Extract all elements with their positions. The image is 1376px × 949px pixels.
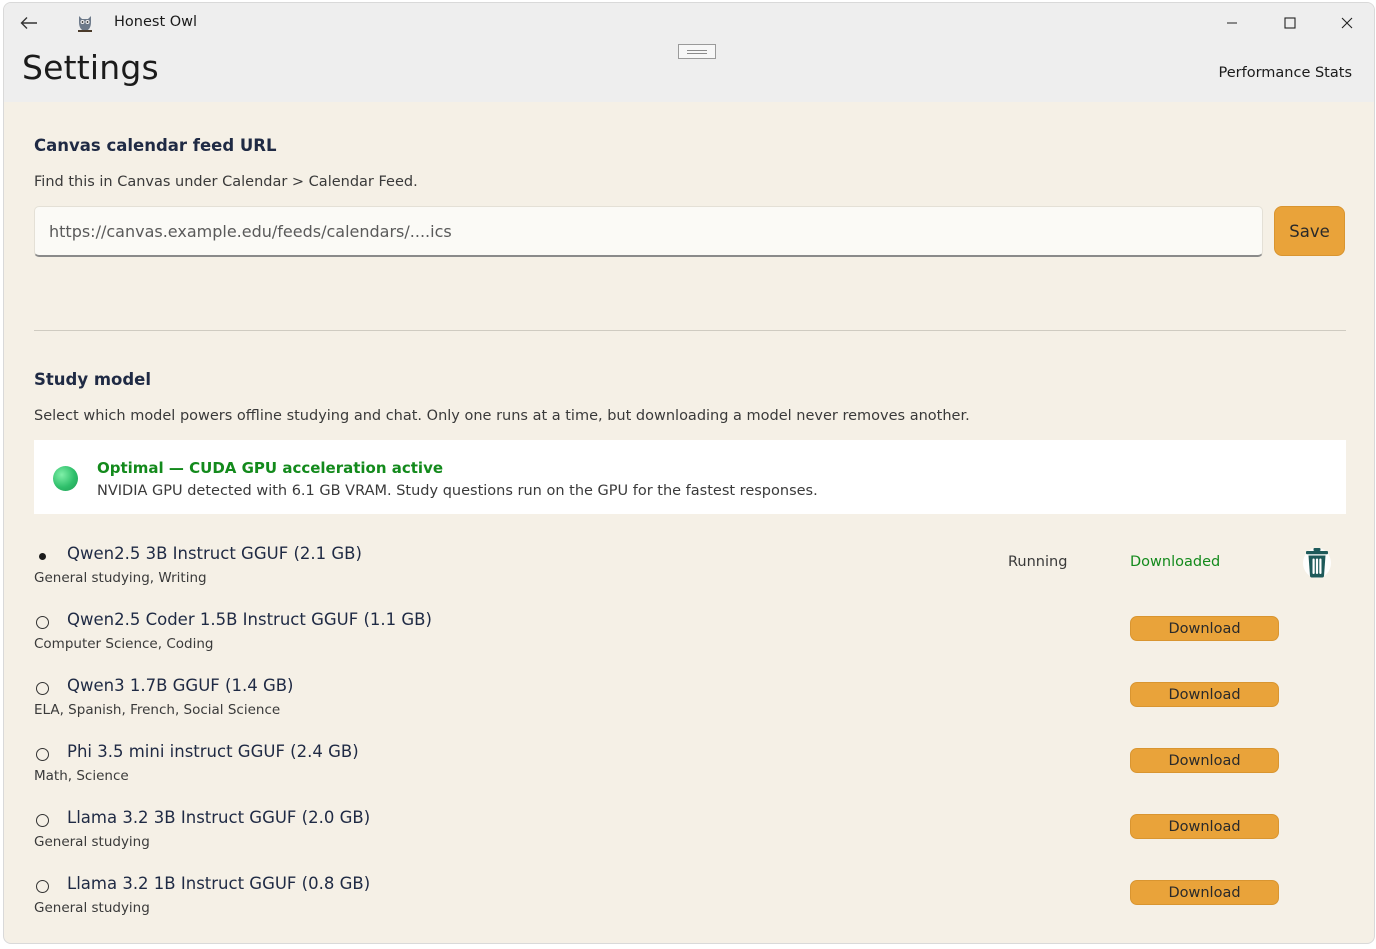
model-radio[interactable] [36,814,49,827]
calendar-section-title: Canvas calendar feed URL [34,136,277,155]
model-row: Phi 3.5 mini instruct GGUF (2.4 GB) Math… [34,739,1346,799]
model-row: Qwen2.5 Coder 1.5B Instruct GGUF (1.1 GB… [34,607,1346,667]
page-title: Settings [22,48,159,87]
model-radio[interactable] [36,880,49,893]
model-row: Qwen2.5 3B Instruct GGUF (2.1 GB) Genera… [34,541,1346,601]
download-button[interactable]: Download [1130,682,1279,707]
maximize-icon [1284,17,1296,29]
model-row: Qwen3 1.7B GGUF (1.4 GB) ELA, Spanish, F… [34,673,1346,733]
model-name: Llama 3.2 3B Instruct GGUF (2.0 GB) [67,808,371,827]
back-button[interactable] [16,11,42,35]
model-name: Phi 3.5 mini instruct GGUF (2.4 GB) [67,742,359,761]
running-status: Running [1008,554,1068,570]
model-radio[interactable] [36,616,49,629]
app-window: Honest Owl Settings Performance Stats Ca… [3,2,1375,944]
minimize-button[interactable] [1204,3,1260,43]
window-title: Honest Owl [114,14,198,30]
model-radio[interactable] [36,748,49,761]
model-tags: ELA, Spanish, French, Social Science [34,702,281,718]
delete-model-button[interactable] [1300,544,1334,580]
study-model-section-description: Select which model powers offline studyi… [34,408,970,424]
calendar-url-input[interactable] [34,206,1263,257]
downloaded-status: Downloaded [1130,554,1221,570]
model-name: Llama 3.2 1B Instruct GGUF (0.8 GB) [67,874,371,893]
save-button[interactable]: Save [1274,206,1345,256]
close-button[interactable] [1319,3,1374,43]
model-tags: Math, Science [34,768,129,784]
drag-handle-icon[interactable] [678,44,716,59]
model-row: Llama 3.2 3B Instruct GGUF (2.0 GB) Gene… [34,805,1346,865]
status-title: Optimal — CUDA GPU acceleration active [97,459,444,477]
model-radio-selected[interactable] [36,550,49,563]
maximize-button[interactable] [1262,3,1318,43]
owl-logo-icon [74,11,96,35]
model-tags: Computer Science, Coding [34,636,214,652]
page-header: Settings Performance Stats [4,43,1374,102]
model-tags: General studying [34,900,150,916]
download-button[interactable]: Download [1130,748,1279,773]
model-name: Qwen3 1.7B GGUF (1.4 GB) [67,676,294,695]
status-description: NVIDIA GPU detected with 6.1 GB VRAM. St… [97,483,818,499]
download-button[interactable]: Download [1130,814,1279,839]
model-name: Qwen2.5 Coder 1.5B Instruct GGUF (1.1 GB… [67,610,432,629]
status-indicator-icon [53,466,78,491]
section-divider [34,330,1346,331]
title-bar: Honest Owl [4,3,1374,43]
performance-stats-link[interactable]: Performance Stats [1218,65,1352,81]
model-tags: General studying [34,834,150,850]
download-button[interactable]: Download [1130,880,1279,905]
minimize-icon [1227,22,1237,24]
model-row: Llama 3.2 1B Instruct GGUF (0.8 GB) Gene… [34,871,1346,931]
gpu-status-card: Optimal — CUDA GPU acceleration active N… [34,440,1346,514]
trash-icon [1303,548,1331,578]
model-name: Qwen2.5 3B Instruct GGUF (2.1 GB) [67,544,362,563]
back-arrow-icon [20,17,37,29]
model-tags: General studying, Writing [34,570,207,586]
close-icon [1341,17,1353,29]
model-radio[interactable] [36,682,49,695]
calendar-section-description: Find this in Canvas under Calendar > Cal… [34,174,418,190]
download-button[interactable]: Download [1130,616,1279,641]
study-model-section-title: Study model [34,370,152,389]
